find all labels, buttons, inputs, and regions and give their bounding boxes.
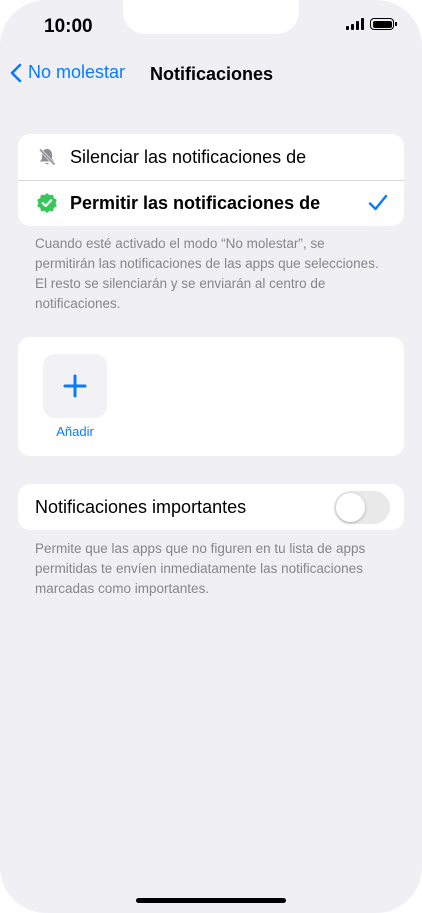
add-app-tile[interactable] — [43, 354, 107, 418]
home-indicator[interactable] — [136, 898, 286, 903]
option-allow[interactable]: Permitir las notificaciones de — [18, 180, 404, 226]
important-notifications-footnote: Permite que las apps que no figuren en t… — [35, 541, 366, 596]
notification-mode-group: Silenciar las notificaciones de Permitir… — [18, 134, 404, 226]
add-app-button[interactable]: Añadir — [43, 354, 107, 439]
important-notifications-group: Notificaciones importantes — [18, 484, 404, 530]
important-notifications-row: Notificaciones importantes — [18, 484, 404, 530]
navigation-bar: No molestar Notificaciones — [0, 62, 422, 88]
status-icons — [346, 18, 397, 30]
verified-badge-icon — [36, 192, 58, 214]
back-button[interactable]: No molestar — [10, 62, 125, 83]
cellular-signal-icon — [346, 18, 364, 30]
option-silence-label: Silenciar las notificaciones de — [70, 146, 307, 167]
add-app-label: Añadir — [56, 424, 94, 439]
plus-icon — [63, 374, 87, 398]
toggle-knob — [336, 493, 365, 522]
notch — [123, 0, 299, 34]
important-notifications-toggle[interactable] — [334, 491, 390, 524]
option-silence[interactable]: Silenciar las notificaciones de — [18, 134, 404, 180]
status-time: 10:00 — [44, 16, 93, 37]
chevron-left-icon — [10, 63, 22, 82]
bell-slash-icon — [36, 146, 58, 168]
checkmark-icon — [368, 194, 388, 211]
page-title: Notificaciones — [150, 64, 274, 84]
phone-screen: 10:00 No molestar Notificaciones Silenci… — [0, 0, 422, 913]
option-allow-label: Permitir las notificaciones de — [70, 192, 321, 213]
battery-icon — [370, 18, 397, 30]
options-footnote: Cuando esté activado el modo “No molesta… — [35, 236, 379, 311]
important-notifications-label: Notificaciones importantes — [35, 496, 247, 517]
back-button-label: No molestar — [28, 62, 126, 82]
